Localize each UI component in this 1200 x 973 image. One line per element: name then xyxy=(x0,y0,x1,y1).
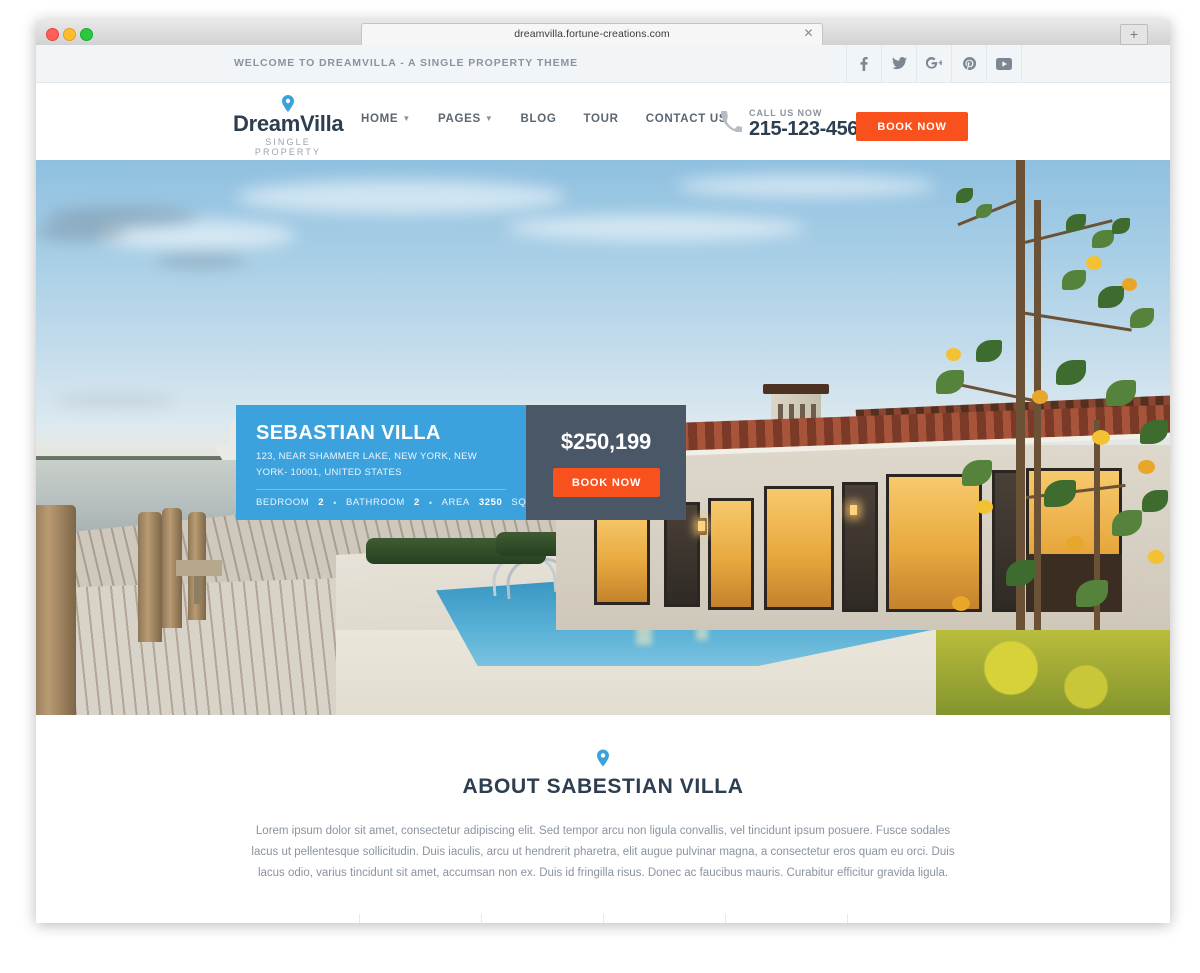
map-pin-icon xyxy=(36,749,1170,771)
feature-garage[interactable] xyxy=(848,914,969,923)
bathtub-icon xyxy=(651,922,677,924)
facebook-icon[interactable] xyxy=(846,45,881,82)
villa-window xyxy=(886,474,982,612)
spec-value-bedroom: 2 xyxy=(318,497,325,508)
google-plus-icon[interactable] xyxy=(916,45,951,82)
interior-cabinet xyxy=(1026,554,1122,612)
feature-stairs[interactable] xyxy=(360,914,482,923)
window-close-button[interactable] xyxy=(46,28,59,41)
about-title: ABOUT SABESTIAN VILLA xyxy=(462,775,744,798)
site-header: DreamVilla SINGLE PROPERTY HOME ▼ PAGES … xyxy=(36,83,1170,160)
property-info-card: SEBASTIAN VILLA 123, NEAR SHAMMER LAKE, … xyxy=(236,405,542,520)
dock-piling xyxy=(36,505,76,715)
garage-icon xyxy=(895,922,921,923)
property-price: $250,199 xyxy=(560,429,652,454)
map-pin-icon xyxy=(233,95,343,112)
spec-label-bedroom: BEDROOM xyxy=(256,497,310,508)
chevron-down-icon: ▼ xyxy=(402,114,411,123)
house-icon xyxy=(285,922,311,923)
dock-bench xyxy=(176,560,222,576)
villa-door xyxy=(764,486,834,610)
book-now-button-hero[interactable]: BOOK NOW xyxy=(553,468,660,497)
property-title: SEBASTIAN VILLA xyxy=(256,422,441,444)
address-line-2: UNITED STATES xyxy=(324,467,402,478)
call-us-block: CALL US NOW 215-123-4567 xyxy=(721,108,869,140)
hero-section: SEBASTIAN VILLA 123, NEAR SHAMMER LAKE, … xyxy=(36,160,1170,715)
dock-piling xyxy=(138,512,162,642)
new-tab-button[interactable]: + xyxy=(1120,24,1148,45)
welcome-message: WELCOME TO DREAMVILLA - A SINGLE PROPERT… xyxy=(234,57,579,69)
nav-item-blog[interactable]: BLOG xyxy=(520,113,556,125)
cloud xyxy=(676,175,936,197)
flowering-shrub xyxy=(936,630,1170,715)
social-links xyxy=(846,45,1022,82)
dock-bench-leg xyxy=(194,576,202,604)
call-text: CALL US NOW 215-123-4567 xyxy=(749,108,869,140)
feature-bed[interactable] xyxy=(482,914,604,923)
cloud xyxy=(506,215,806,241)
villa-window xyxy=(594,510,650,605)
cloud xyxy=(36,222,126,242)
spec-label-area: AREA xyxy=(441,497,470,508)
tab-close-icon[interactable]: ✕ xyxy=(802,27,815,40)
wall-lantern xyxy=(696,518,707,535)
browser-tab-title: dreamvilla.fortune-creations.com xyxy=(514,28,670,40)
about-section: ABOUT SABESTIAN VILLA Lorem ipsum dolor … xyxy=(36,715,1170,923)
spec-value-area: 3250 xyxy=(478,497,503,508)
browser-tab[interactable]: dreamvilla.fortune-creations.com ✕ xyxy=(361,23,823,45)
cloud xyxy=(56,395,176,407)
chimney-vent xyxy=(778,404,783,420)
nav-item-home[interactable]: HOME ▼ xyxy=(361,113,411,125)
book-now-button-header[interactable]: BOOK NOW xyxy=(856,112,968,141)
pinterest-icon[interactable] xyxy=(951,45,986,82)
cloud xyxy=(156,254,246,268)
browser-window: dreamvilla.fortune-creations.com ✕ + WEL… xyxy=(36,20,1170,923)
stairs-icon xyxy=(407,922,433,924)
floor-plan-icon xyxy=(773,922,799,924)
property-address: 123, NEAR SHAMMER LAKE, NEW YORK, NEW YO… xyxy=(256,449,506,481)
property-specs: BEDROOM 2 • BATHROOM 2 • AREA 3250 SQ.FT xyxy=(256,497,542,508)
nav-item-contact-us[interactable]: CONTACT US xyxy=(646,113,728,125)
chimney-cap xyxy=(763,384,829,394)
cloud xyxy=(236,180,566,214)
wall-lantern xyxy=(848,502,859,519)
spec-label-bathroom: BATHROOM xyxy=(345,497,405,508)
feature-house[interactable] xyxy=(238,914,360,923)
property-price-card: $250,199 BOOK NOW xyxy=(526,405,686,520)
about-paragraph: Lorem ipsum dolor sit amet, consectetur … xyxy=(251,825,955,879)
villa-door xyxy=(708,498,754,610)
divider xyxy=(256,489,506,490)
logo-tagline: SINGLE PROPERTY xyxy=(254,137,322,157)
page-viewport: WELCOME TO DREAMVILLA - A SINGLE PROPERT… xyxy=(36,45,1170,923)
window-minimize-button[interactable] xyxy=(63,28,76,41)
youtube-icon[interactable] xyxy=(986,45,1022,82)
site-logo[interactable]: DreamVilla SINGLE PROPERTY xyxy=(233,95,344,157)
call-us-label: CALL US NOW xyxy=(749,108,823,118)
top-welcome-bar: WELCOME TO DREAMVILLA - A SINGLE PROPERT… xyxy=(36,45,1170,83)
phone-icon xyxy=(721,111,744,137)
feature-floor-plan[interactable] xyxy=(726,914,848,923)
spec-value-bathroom: 2 xyxy=(413,497,420,508)
spec-separator: • xyxy=(333,497,337,508)
nav-item-pages[interactable]: PAGES ▼ xyxy=(438,113,494,125)
phone-number[interactable]: 215-123-4567 xyxy=(749,118,869,140)
feature-icons-row xyxy=(36,914,1170,923)
nav-label: HOME xyxy=(361,113,399,125)
feature-bathtub[interactable] xyxy=(604,914,726,923)
logo-text: DreamVilla xyxy=(233,111,344,136)
nav-label: PAGES xyxy=(437,113,481,125)
spec-separator: • xyxy=(428,497,433,508)
browser-chrome: dreamvilla.fortune-creations.com ✕ + xyxy=(36,20,1170,46)
window-maximize-button[interactable] xyxy=(80,28,93,41)
twitter-icon[interactable] xyxy=(881,45,916,82)
nav-item-tour[interactable]: TOUR xyxy=(584,113,619,125)
bed-icon xyxy=(528,922,556,924)
villa-door xyxy=(842,482,878,612)
villa-window xyxy=(992,470,1020,612)
main-navigation: HOME ▼ PAGES ▼ BLOG TOUR CONTACT US xyxy=(361,113,727,125)
chevron-down-icon: ▼ xyxy=(484,114,494,123)
